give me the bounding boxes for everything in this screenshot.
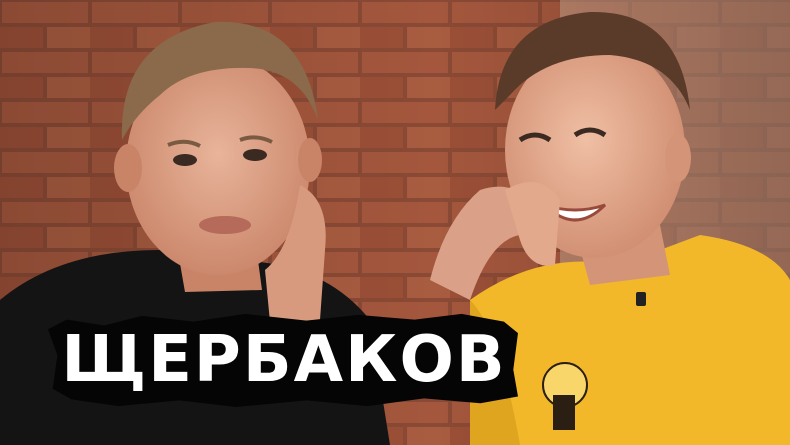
video-thumbnail: ЩЕРБАКОВ bbox=[0, 0, 790, 445]
lapel-mic bbox=[636, 292, 646, 306]
name-title: ЩЕРБАКОВ bbox=[61, 323, 507, 397]
